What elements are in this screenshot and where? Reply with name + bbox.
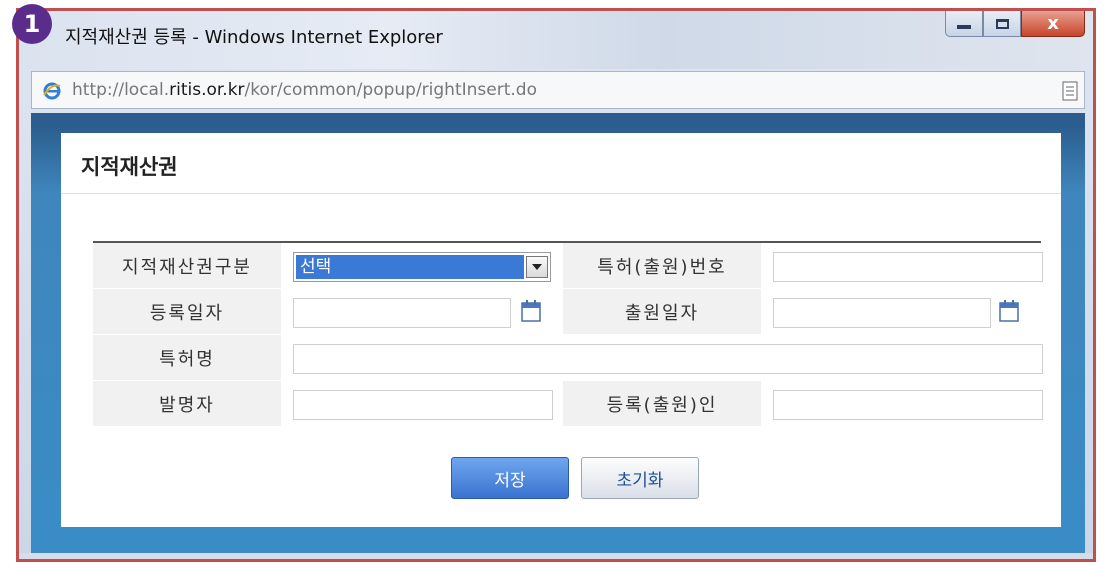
browser-popup-window: 지적재산권 등록 - Windows Internet Explorer x h… [16,8,1096,562]
reset-button[interactable]: 초기화 [581,457,699,499]
category-label: 지적재산권구분 [93,243,281,288]
ip-dialog: 지적재산권 지적재산권구분 선택 특허(출원)번호 등록일자 출원일자 특허명 … [61,133,1061,527]
maximize-icon [995,18,1009,29]
registrant-label: 등록(출원)인 [563,381,761,426]
registrant-input[interactable] [773,390,1043,420]
patent-name-label: 특허명 [93,335,281,380]
application-date-label: 출원일자 [563,289,761,334]
url-path: /kor/common/popup/rightInsert.do [244,80,537,100]
address-bar[interactable]: http://local.ritis.or.kr/kor/common/popu… [31,71,1085,109]
ie-icon [43,82,61,100]
window-titlebar[interactable]: 지적재산권 등록 - Windows Internet Explorer x [19,11,1093,69]
form-row-dates: 등록일자 출원일자 [93,289,1041,335]
category-select[interactable]: 선택 [293,252,551,282]
window-controls: x [945,11,1085,39]
form-actions: 저장 초기화 [61,457,1061,501]
dialog-header: 지적재산권 [61,133,1061,194]
url-text[interactable]: http://local.ritis.or.kr/kor/common/popu… [72,80,537,100]
category-selected-value: 선택 [296,255,524,279]
registration-date-input[interactable] [293,298,511,328]
save-button[interactable]: 저장 [451,457,569,499]
status-bar [19,553,1093,559]
patent-number-label: 특허(출원)번호 [563,243,761,288]
registration-date-label: 등록일자 [93,289,281,334]
url-prefix: http://local. [72,80,170,100]
url-domain: ritis.or.kr [169,80,245,100]
patent-name-input[interactable] [293,344,1043,374]
page-icon[interactable] [1062,81,1078,101]
minimize-icon [957,24,971,29]
inventor-label: 발명자 [93,381,281,426]
chevron-down-icon[interactable] [526,256,548,278]
window-title: 지적재산권 등록 - Windows Internet Explorer [65,27,443,48]
form-row-category: 지적재산권구분 선택 특허(출원)번호 [93,243,1043,289]
step-number-badge: 1 [12,4,52,44]
maximize-button[interactable] [983,11,1021,37]
application-date-input[interactable] [773,298,991,328]
form-row-people: 발명자 등록(출원)인 [93,381,1043,427]
close-icon: x [1047,12,1059,34]
calendar-icon[interactable] [521,300,541,322]
dialog-title: 지적재산권 [81,155,178,179]
form-row-patent-name: 특허명 [93,335,1043,381]
minimize-button[interactable] [945,11,983,37]
calendar-icon[interactable] [999,300,1019,322]
ip-form: 지적재산권구분 선택 특허(출원)번호 등록일자 출원일자 특허명 발명자 등록… [93,241,1043,427]
inventor-input[interactable] [293,390,553,420]
page-content: 지적재산권 지적재산권구분 선택 특허(출원)번호 등록일자 출원일자 특허명 … [31,113,1085,559]
patent-number-input[interactable] [773,252,1043,282]
close-button[interactable]: x [1021,11,1085,37]
